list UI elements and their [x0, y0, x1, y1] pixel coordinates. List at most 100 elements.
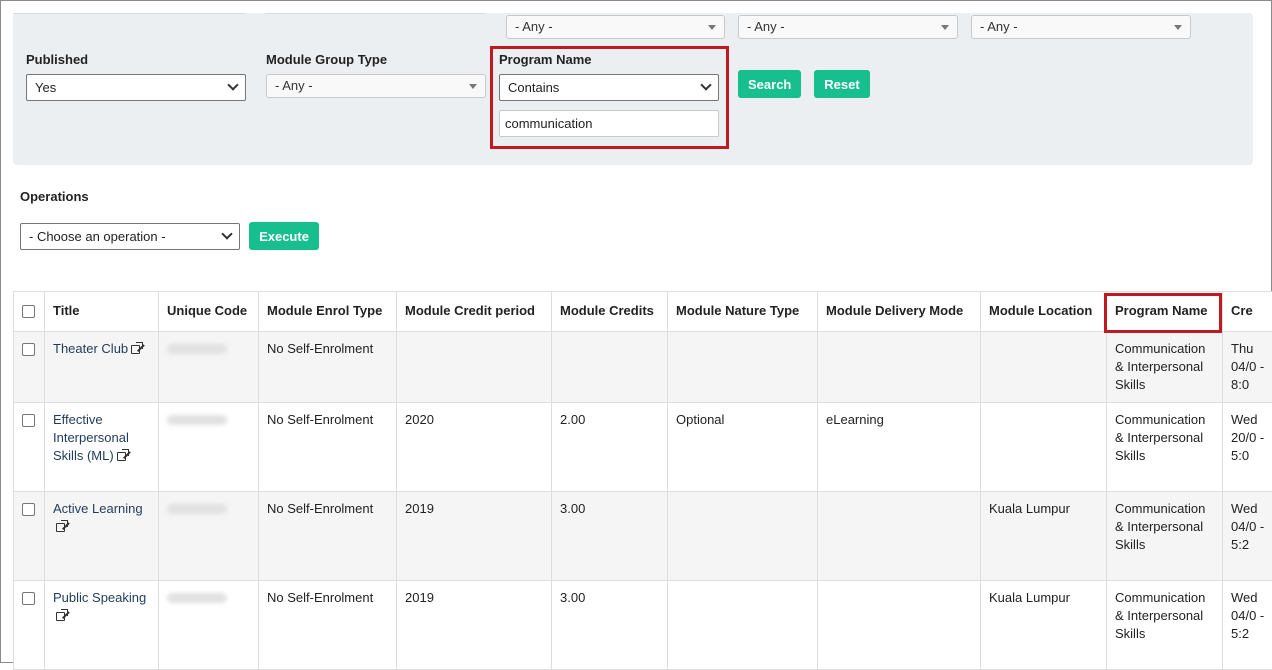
- credit-period-cell: [397, 332, 552, 403]
- input-value: communication: [505, 116, 592, 131]
- program-name-header-highlight: [1104, 293, 1222, 333]
- module-title-link[interactable]: Active Learning: [53, 501, 143, 516]
- nature-type-cell: [668, 492, 818, 581]
- row-checkbox[interactable]: [22, 503, 35, 516]
- dropdown-arrow-icon: [1174, 25, 1182, 30]
- enrol-type-cell: No Self-Enrolment: [259, 492, 397, 581]
- created-cell: Wed 04/0 - 5:2: [1223, 492, 1272, 581]
- filter-any-select-1[interactable]: - Any -: [506, 15, 725, 39]
- column-header-credits[interactable]: Module Credits: [552, 292, 668, 332]
- external-link-icon[interactable]: [56, 610, 67, 621]
- dropdown-arrow-icon: [469, 84, 477, 89]
- delivery-mode-cell: [818, 492, 981, 581]
- table-header-row: Title Unique Code Module Enrol Type Modu…: [14, 292, 1272, 332]
- table-row: Public Speaking No Self-Enrolment 2019 3…: [14, 581, 1272, 670]
- select-value: - Any -: [515, 19, 553, 34]
- select-all-cell: [14, 292, 45, 332]
- program-name-label: Program Name: [499, 52, 591, 67]
- module-title: Active Learning: [53, 501, 143, 516]
- filter-any-select-3[interactable]: - Any -: [971, 15, 1191, 39]
- table-row: Effective Interpersonal Skills (ML) No S…: [14, 403, 1272, 492]
- column-header-unique-code[interactable]: Unique Code: [159, 292, 259, 332]
- row-checkbox[interactable]: [22, 592, 35, 605]
- column-header-location[interactable]: Module Location: [981, 292, 1107, 332]
- credits-cell: 2.00: [552, 403, 668, 492]
- program-name-cell: Communication & Interpersonal Skills: [1107, 332, 1223, 403]
- redacted-code: [167, 344, 227, 354]
- created-cell: Wed 20/0 - 5:0: [1223, 403, 1272, 492]
- execute-button[interactable]: Execute: [249, 222, 319, 250]
- created-cell: Wed 04/0 - 5:2: [1223, 581, 1272, 670]
- dropdown-arrow-icon: [941, 25, 949, 30]
- column-header-credit-period[interactable]: Module Credit period: [397, 292, 552, 332]
- program-name-operator-select[interactable]: Contains: [499, 74, 719, 101]
- enrol-type-cell: No Self-Enrolment: [259, 581, 397, 670]
- column-header-enrol-type[interactable]: Module Enrol Type: [259, 292, 397, 332]
- filter-any-select-2[interactable]: - Any -: [738, 15, 958, 39]
- module-group-type-select[interactable]: - Any -: [266, 74, 486, 98]
- select-value: - Any -: [747, 19, 785, 34]
- select-value: Contains: [508, 80, 559, 95]
- location-cell: Kuala Lumpur: [981, 581, 1107, 670]
- column-header-nature-type[interactable]: Module Nature Type: [668, 292, 818, 332]
- column-header-delivery-mode[interactable]: Module Delivery Mode: [818, 292, 981, 332]
- credit-period-cell: 2019: [397, 492, 552, 581]
- location-cell: [981, 403, 1107, 492]
- operations-label: Operations: [20, 189, 89, 204]
- operation-select[interactable]: - Choose an operation -: [20, 223, 240, 250]
- select-value: Yes: [35, 80, 56, 95]
- table-row: Active Learning No Self-Enrolment 2019 3…: [14, 492, 1272, 581]
- credit-period-cell: 2019: [397, 581, 552, 670]
- redacted-code: [167, 593, 227, 603]
- published-select[interactable]: Yes: [26, 74, 246, 101]
- credits-cell: 3.00: [552, 492, 668, 581]
- module-title-link[interactable]: Theater Club: [53, 341, 128, 356]
- redacted-code: [167, 504, 227, 514]
- delivery-mode-cell: [818, 332, 981, 403]
- program-name-cell: Communication & Interpersonal Skills: [1107, 403, 1223, 492]
- redacted-code: [167, 415, 227, 425]
- enrol-type-cell: No Self-Enrolment: [259, 403, 397, 492]
- dropdown-arrow-icon: [708, 25, 716, 30]
- table-row: Theater Club No Self-Enrolment Communica…: [14, 332, 1272, 403]
- select-value: - Any -: [275, 78, 313, 93]
- nature-type-cell: [668, 581, 818, 670]
- module-title: Theater Club: [53, 341, 128, 356]
- credits-cell: [552, 332, 668, 403]
- nature-type-cell: Optional: [668, 403, 818, 492]
- program-name-cell: Communication & Interpersonal Skills: [1107, 581, 1223, 670]
- filter-divider: [265, 13, 485, 14]
- external-link-icon[interactable]: [131, 343, 142, 354]
- enrol-type-cell: No Self-Enrolment: [259, 332, 397, 403]
- credit-period-cell: 2020: [397, 403, 552, 492]
- column-header-title[interactable]: Title: [45, 292, 159, 332]
- credits-cell: 3.00: [552, 581, 668, 670]
- filter-divider: [13, 13, 245, 14]
- modules-table: Title Unique Code Module Enrol Type Modu…: [13, 291, 1272, 670]
- external-link-icon[interactable]: [117, 450, 128, 461]
- select-value: - Choose an operation -: [29, 229, 166, 244]
- location-cell: [981, 332, 1107, 403]
- module-title: Public Speaking: [53, 590, 146, 605]
- search-button[interactable]: Search: [738, 70, 801, 98]
- delivery-mode-cell: eLearning: [818, 403, 981, 492]
- location-cell: Kuala Lumpur: [981, 492, 1107, 581]
- column-header-created[interactable]: Cre: [1223, 292, 1272, 332]
- row-checkbox[interactable]: [22, 343, 35, 356]
- module-group-type-label: Module Group Type: [266, 52, 387, 67]
- delivery-mode-cell: [818, 581, 981, 670]
- nature-type-cell: [668, 332, 818, 403]
- reset-button[interactable]: Reset: [814, 70, 870, 98]
- chevron-down-icon: [221, 228, 232, 239]
- select-all-checkbox[interactable]: [22, 305, 35, 318]
- program-name-cell: Communication & Interpersonal Skills: [1107, 492, 1223, 581]
- program-name-input[interactable]: communication: [499, 110, 719, 137]
- created-cell: Thu 04/0 - 8:0: [1223, 332, 1272, 403]
- external-link-icon[interactable]: [56, 521, 67, 532]
- select-value: - Any -: [980, 19, 1018, 34]
- chevron-down-icon: [700, 79, 711, 90]
- module-title-link[interactable]: Public Speaking: [53, 590, 146, 605]
- chevron-down-icon: [227, 79, 238, 90]
- published-label: Published: [26, 52, 88, 67]
- row-checkbox[interactable]: [22, 414, 35, 427]
